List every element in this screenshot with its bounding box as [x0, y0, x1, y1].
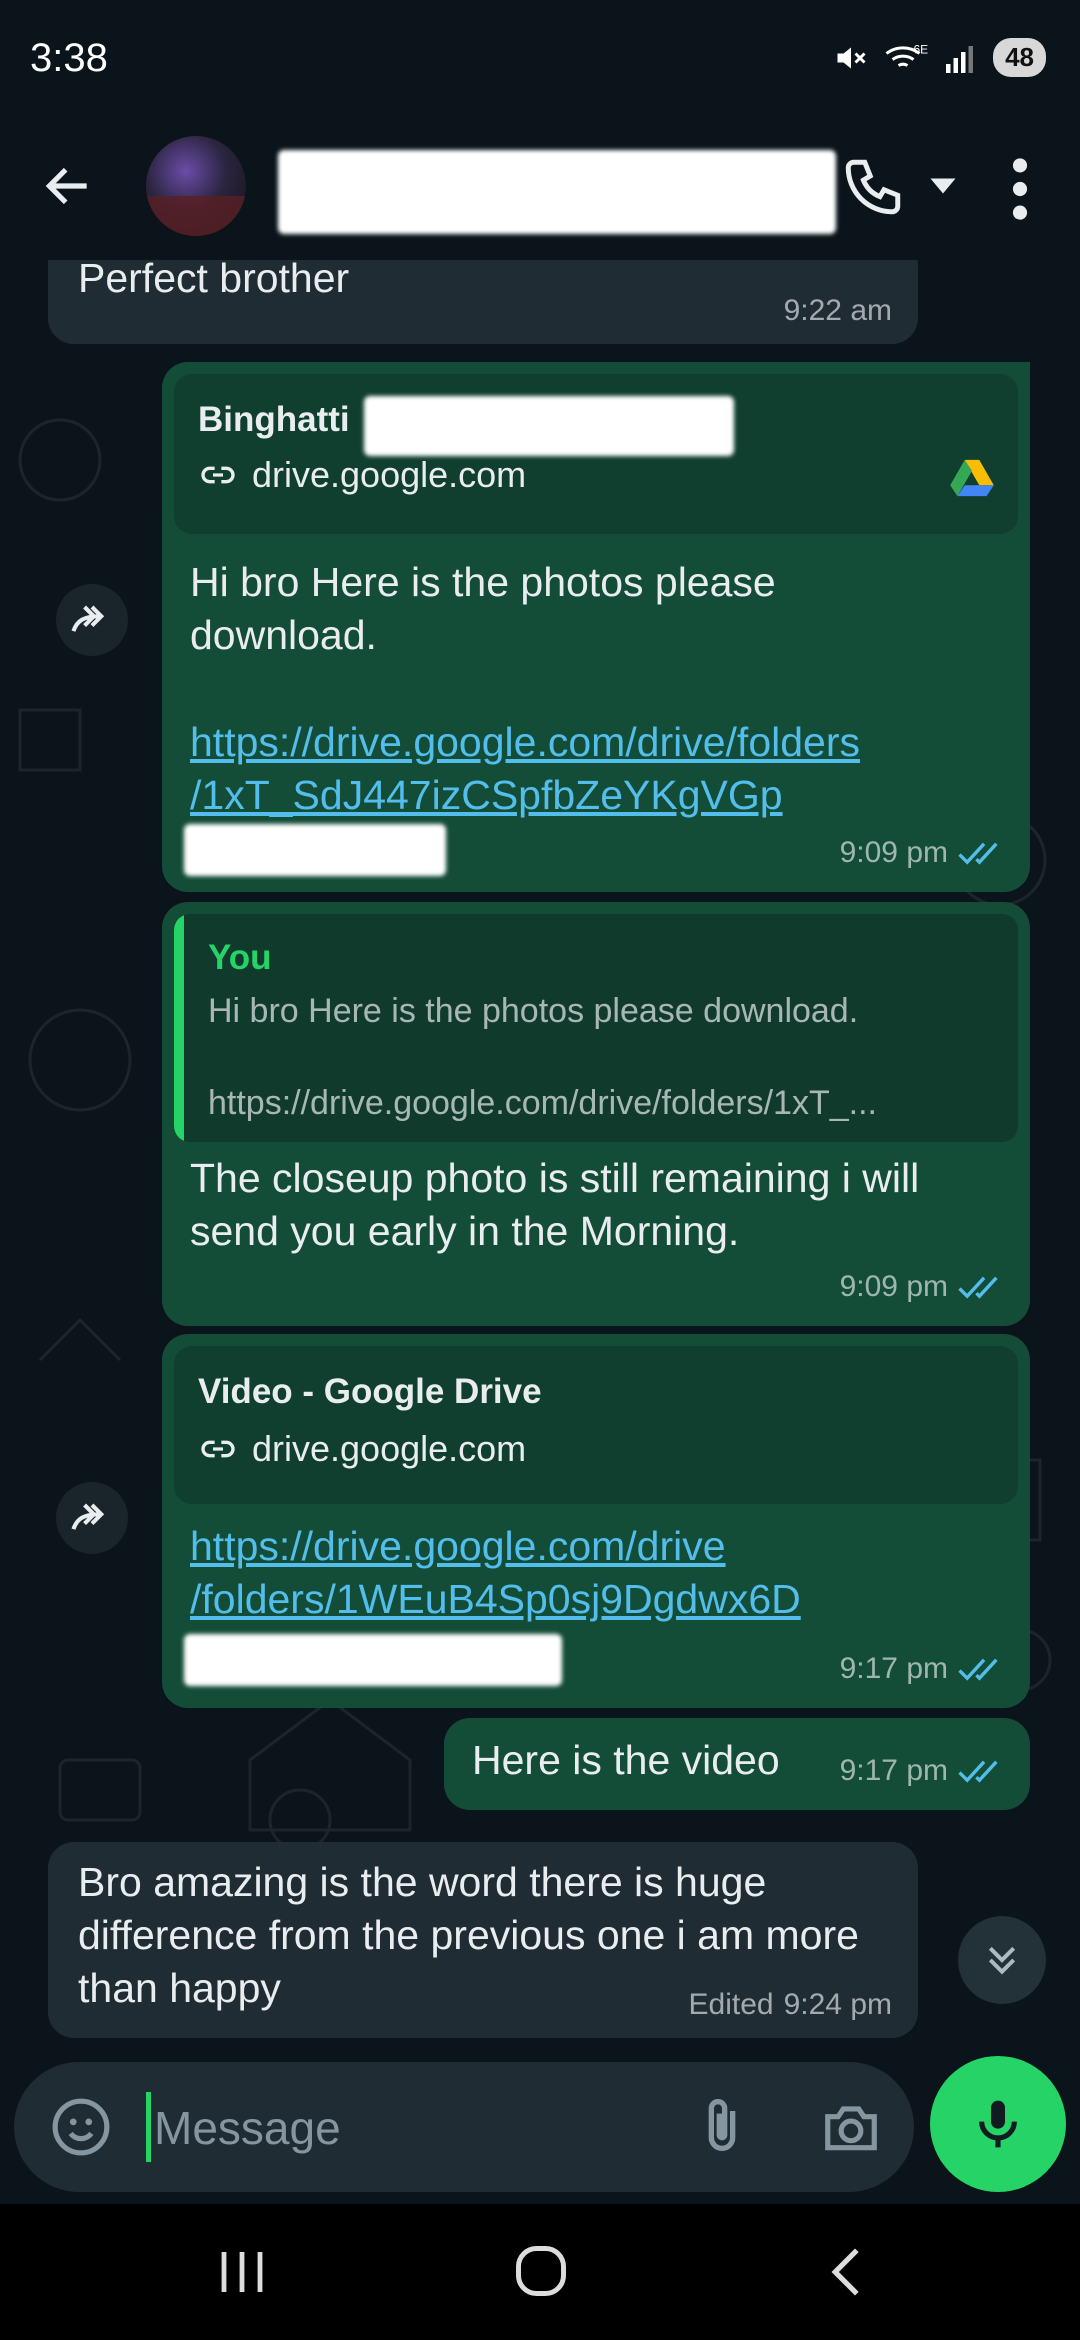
message-input[interactable]: [152, 2090, 676, 2166]
double-chevron-down-icon: [988, 1946, 1016, 1975]
system-navigation-bar: [0, 2204, 1080, 2340]
scroll-to-bottom-button[interactable]: [958, 1916, 1046, 2004]
message-time: 9:24 pm: [783, 1988, 892, 2021]
chat-header: [0, 120, 1080, 260]
text-cursor: [146, 2092, 151, 2162]
camera-icon[interactable]: [820, 2096, 882, 2158]
message-link[interactable]: https://drive.google.com/drive /folders/…: [190, 1520, 801, 1626]
link-icon: [201, 466, 235, 484]
message-time: 9:17 pm: [839, 1754, 948, 1787]
signal-icon: [946, 45, 974, 73]
message-outgoing[interactable]: Video - Google Drive drive.google.com ht…: [162, 1334, 1030, 1708]
chat-area[interactable]: Perfect brother 9:22 am Binghatti drive.…: [0, 260, 1080, 2060]
preview-domain: drive.google.com: [198, 1428, 526, 1470]
forward-button[interactable]: [56, 584, 128, 656]
message-meta: Edited 9:24 pm: [689, 1988, 892, 2022]
message-text: The closeup photo is still remaining i w…: [190, 1155, 920, 1254]
link-preview-card[interactable]: Binghatti drive.google.com: [174, 374, 1018, 534]
link-line-2[interactable]: /1xT_SdJ447izCSpfbZeYKgVGp: [190, 769, 860, 822]
message-outgoing[interactable]: Here is the video 9:17 pm: [444, 1718, 1030, 1810]
paperclip-icon[interactable]: [690, 2092, 754, 2162]
message-text: Hi bro Here is the photos please downloa…: [190, 559, 776, 658]
message-meta: 9:09 pm: [840, 836, 1004, 870]
quoted-message[interactable]: You Hi bro Here is the photos please dow…: [174, 914, 1018, 1142]
message-meta: 9:17 pm: [840, 1754, 1004, 1788]
edited-label: Edited: [688, 1988, 774, 2021]
quote-line-1: Hi bro Here is the photos please downloa…: [208, 992, 859, 1030]
message-outgoing[interactable]: Binghatti drive.google.com Hi bro Here i…: [162, 362, 1030, 892]
message-time: 9:17 pm: [839, 1652, 948, 1685]
microphone-icon: [979, 2100, 1017, 2148]
google-drive-icon: [950, 459, 994, 497]
forward-arrows-icon: [71, 1503, 105, 1530]
link-line-2[interactable]: /folders/1WEuB4Sp0sj9Dgdwx6D: [190, 1573, 801, 1626]
link-line-1[interactable]: https://drive.google.com/drive/folders: [190, 716, 860, 769]
message-text: Here is the video: [472, 1737, 780, 1783]
message-text: Perfect brother: [78, 260, 350, 301]
status-time: 3:38: [30, 36, 108, 80]
quote-author: You: [208, 938, 272, 977]
double-check-read-icon: [958, 1276, 998, 1299]
redacted-title: [364, 396, 734, 456]
back-icon[interactable]: [826, 2246, 866, 2298]
arrow-left-icon[interactable]: [40, 158, 96, 214]
preview-domain: drive.google.com: [198, 454, 526, 496]
double-check-read-icon: [958, 1760, 998, 1783]
status-bar: 3:38 6E 48: [0, 0, 1080, 120]
quote-line-2: https://drive.google.com/drive/folders/1…: [208, 1084, 877, 1122]
message-incoming[interactable]: Perfect brother 9:22 am: [48, 260, 918, 344]
link-icon: [201, 1440, 235, 1458]
quote-bar: [174, 914, 184, 1142]
wifi-6e-icon: 6E: [885, 42, 929, 67]
message-meta: 9:22 am: [784, 294, 892, 328]
link-preview-card[interactable]: Video - Google Drive drive.google.com: [174, 1346, 1018, 1504]
status-icons: 6E 48: [833, 38, 1046, 77]
mute-icon: [837, 47, 866, 68]
message-meta: 9:09 pm: [840, 1270, 1004, 1304]
home-icon[interactable]: [514, 2244, 568, 2298]
message-meta: 9:17 pm: [840, 1652, 1004, 1686]
chevron-down-icon[interactable]: [928, 174, 958, 198]
message-time: 9:09 pm: [839, 836, 948, 869]
preview-title: Video - Google Drive: [198, 1372, 542, 1411]
message-time: 9:22 am: [783, 294, 892, 327]
preview-domain-text: drive.google.com: [252, 454, 527, 495]
contact-name-redacted[interactable]: [278, 150, 836, 234]
preview-title: Binghatti: [198, 400, 350, 439]
redacted-text: [184, 1634, 562, 1686]
link-line-1[interactable]: https://drive.google.com/drive: [190, 1520, 801, 1573]
message-link[interactable]: https://drive.google.com/drive/folders /…: [190, 716, 860, 822]
double-check-read-icon: [958, 842, 998, 865]
preview-domain-text: drive.google.com: [252, 1428, 527, 1469]
sticker-emoji-icon[interactable]: [50, 2096, 112, 2158]
svg-text:6E: 6E: [914, 42, 929, 56]
forward-button[interactable]: [56, 1482, 128, 1554]
redacted-text: [184, 824, 446, 876]
more-vertical-icon[interactable]: [1010, 156, 1030, 222]
double-check-read-icon: [958, 1658, 998, 1681]
message-composer[interactable]: [14, 2062, 914, 2192]
battery-icon: 48: [993, 38, 1046, 77]
message-incoming[interactable]: Bro amazing is the word there is huge di…: [48, 1842, 918, 2038]
forward-arrows-icon: [71, 605, 105, 632]
message-outgoing-reply[interactable]: You Hi bro Here is the photos please dow…: [162, 902, 1030, 1326]
voice-record-button[interactable]: [930, 2056, 1066, 2192]
message-time: 9:09 pm: [839, 1270, 948, 1303]
avatar[interactable]: [146, 136, 246, 236]
phone-icon[interactable]: [840, 154, 906, 220]
recent-apps-icon[interactable]: [216, 2248, 268, 2296]
